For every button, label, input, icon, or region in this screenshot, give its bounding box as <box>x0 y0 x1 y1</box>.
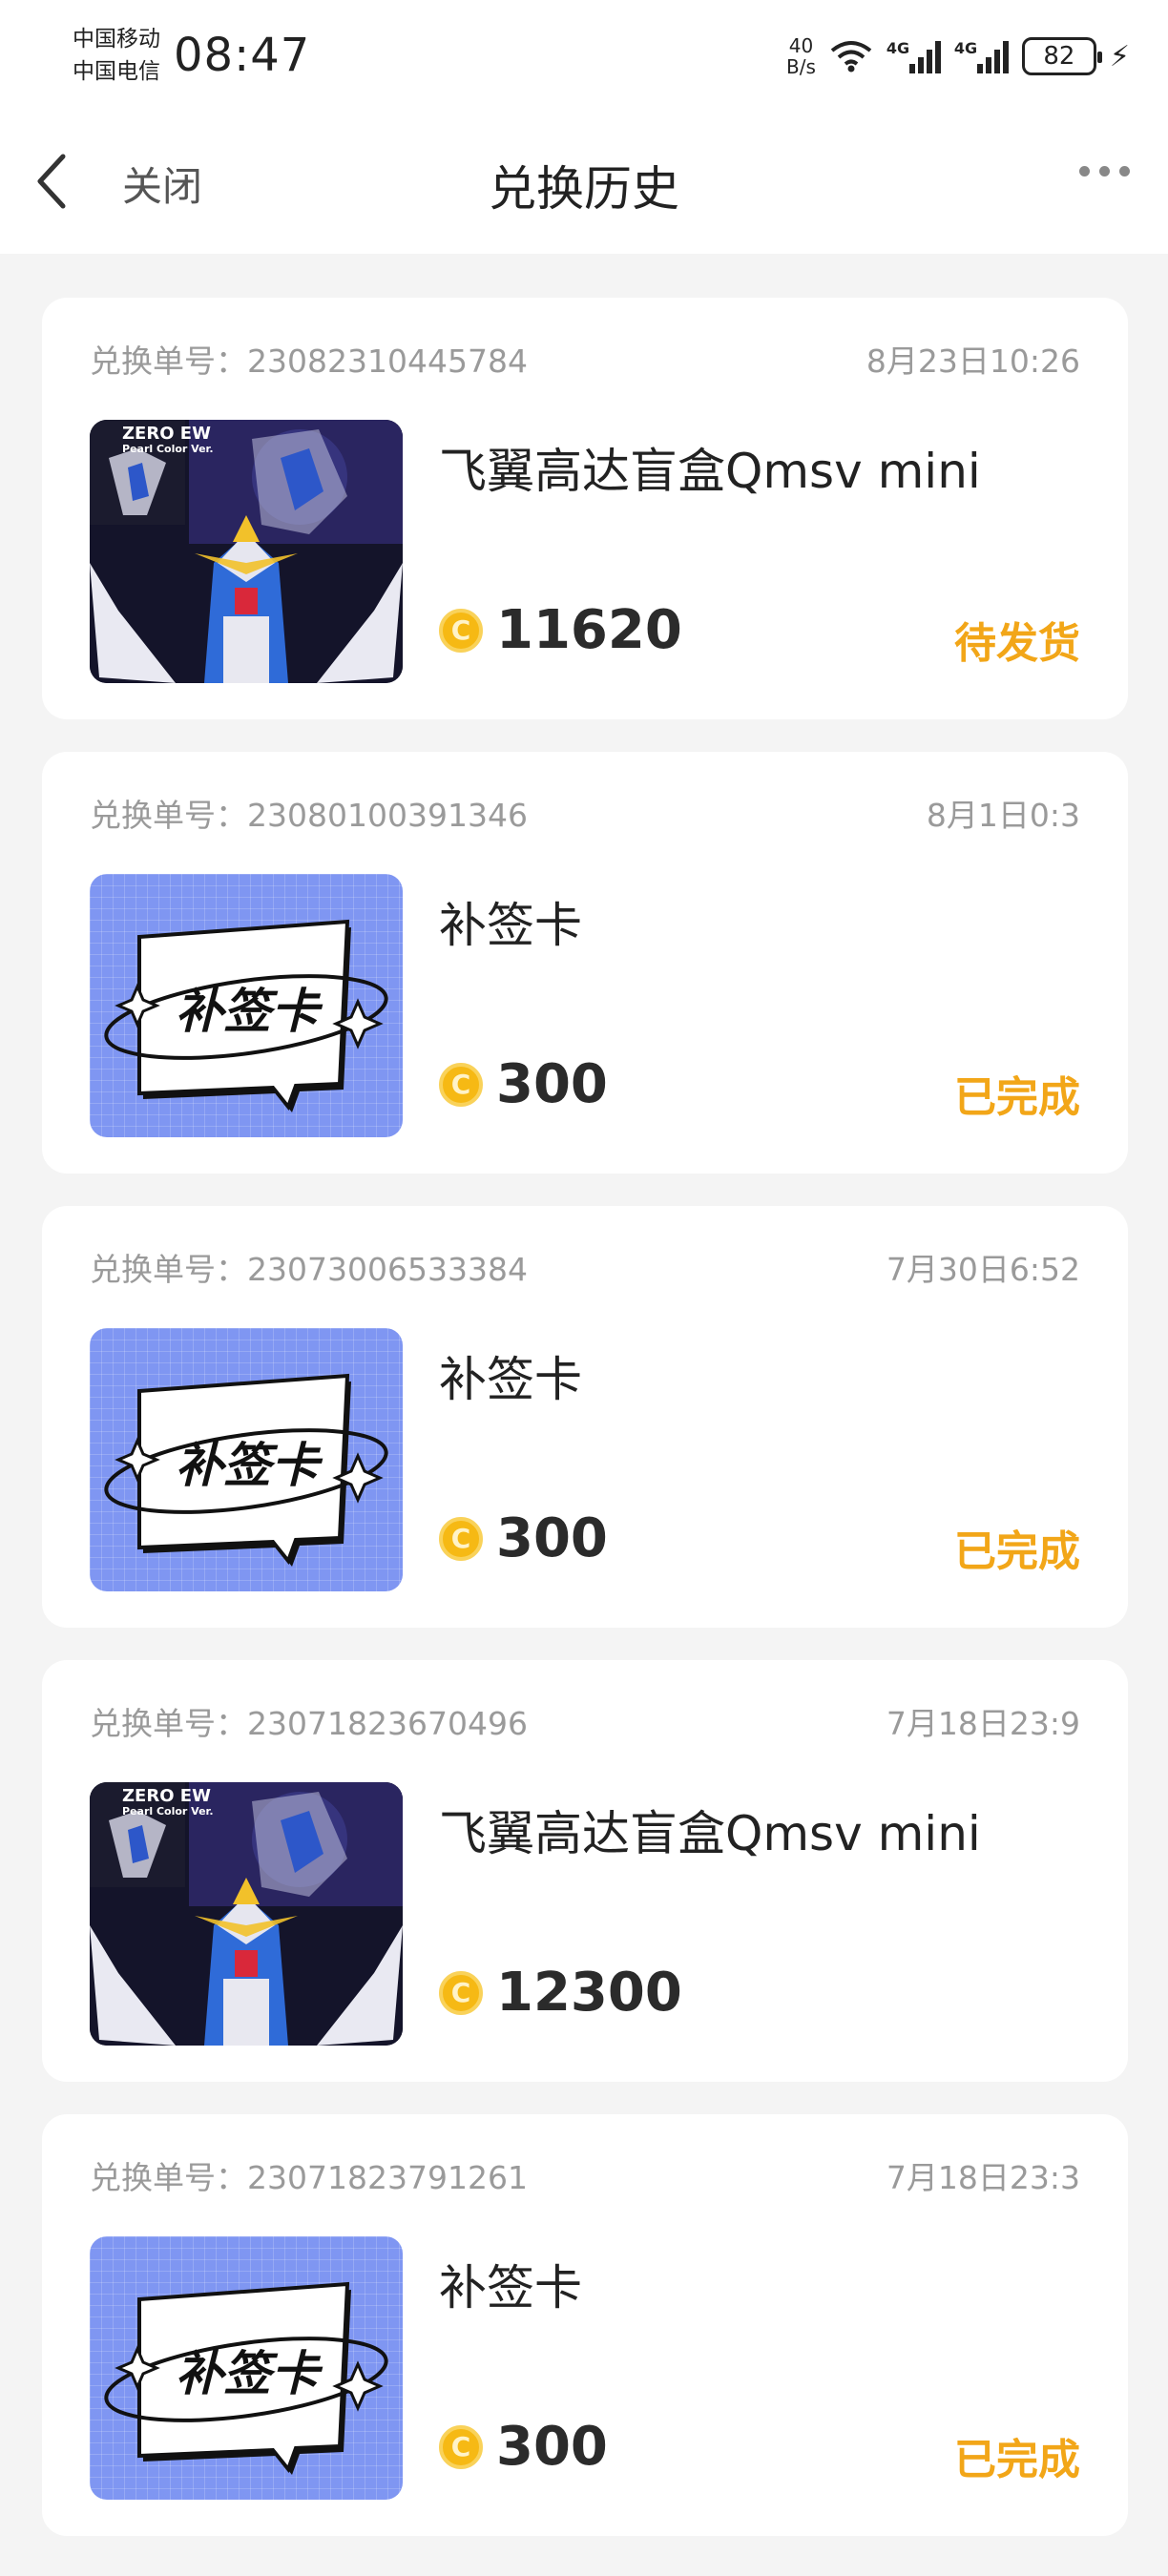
net-speed: 40 B/s <box>786 35 816 77</box>
product-thumbnail[interactable]: ZERO EW Pearl Color Ver. <box>90 1782 403 2046</box>
gundam-subcaption: Pearl Color Ver. <box>122 1805 214 1818</box>
carrier-info: 中国移动 中国电信 <box>73 23 160 88</box>
gundam-caption: ZERO EW <box>122 1786 211 1806</box>
product-title: 补签卡 <box>439 1352 582 1407</box>
order-status: 已完成 <box>954 1073 1080 1122</box>
gundam-image <box>90 420 403 683</box>
more-dot <box>1119 166 1130 177</box>
price: C 11620 <box>439 599 682 661</box>
coin-icon: C <box>439 608 483 653</box>
product-title: 飞翼高达盲盒Qmsv mini <box>439 444 981 499</box>
product-title: 补签卡 <box>439 2260 582 2316</box>
status-bar: 中国移动 中国电信 08:47 40 B/s 4G 4G 82 ⚡ <box>0 0 1168 114</box>
price: C 300 <box>439 2416 608 2478</box>
charging-icon: ⚡ <box>1109 39 1130 73</box>
order-card[interactable]: 兑换单号：23071823670496 7月18日23:9 ZERO EW Pea… <box>42 1660 1128 2082</box>
order-status: 已完成 <box>954 2436 1080 2484</box>
coin-icon: C <box>439 1970 483 2015</box>
price-amount: 300 <box>496 2416 608 2478</box>
page-title: 兑换历史 <box>489 161 679 217</box>
order-card[interactable]: 兑换单号：23071823791261 7月18日23:3 补签卡 补签卡 C … <box>42 2114 1128 2536</box>
carrier-1: 中国移动 <box>73 27 160 52</box>
wifi-icon <box>830 41 872 73</box>
order-card[interactable]: 兑换单号：23080100391346 8月1日0:3 补签卡 补签卡 C 30… <box>42 752 1128 1174</box>
exchange-history-list: 兑换单号：23082310445784 8月23日10:26 ZERO EW Pe… <box>42 298 1128 2568</box>
sign-card-image-text: 补签卡 <box>176 1438 319 1493</box>
gundam-subcaption: Pearl Color Ver. <box>122 443 214 455</box>
battery-level: 82 <box>1043 42 1075 71</box>
signal-icon-1: 4G <box>886 39 941 73</box>
price-amount: 300 <box>496 1053 608 1115</box>
order-card[interactable]: 兑换单号：23082310445784 8月23日10:26 ZERO EW Pe… <box>42 298 1128 719</box>
order-date: 8月23日10:26 <box>866 343 1080 380</box>
product-title: 飞翼高达盲盒Qmsv mini <box>439 1806 981 1861</box>
order-number: 兑换单号：23071823791261 <box>90 2159 528 2196</box>
order-card[interactable]: 兑换单号：23073006533384 7月30日6:52 补签卡 补签卡 C … <box>42 1206 1128 1628</box>
signal-1-tag: 4G <box>886 39 910 57</box>
order-date: 7月18日23:3 <box>886 2159 1080 2196</box>
order-date: 7月18日23:9 <box>886 1705 1080 1742</box>
sign-card-image-text: 补签卡 <box>176 984 319 1039</box>
order-number: 兑换单号：23071823670496 <box>90 1705 528 1742</box>
product-thumbnail[interactable]: 补签卡 <box>90 2236 403 2500</box>
order-date: 7月30日6:52 <box>886 1251 1080 1288</box>
price: C 12300 <box>439 1962 682 2024</box>
net-speed-unit: B/s <box>786 55 816 78</box>
coin-icon: C <box>439 1516 483 1561</box>
order-header: 兑换单号：23071823791261 7月18日23:3 <box>90 2152 1080 2198</box>
gundam-image <box>90 1782 403 2046</box>
order-number: 兑换单号：23073006533384 <box>90 1251 528 1288</box>
status-icons: 40 B/s 4G 4G 82 ⚡ <box>786 32 1130 80</box>
product-thumbnail[interactable]: ZERO EW Pearl Color Ver. <box>90 420 403 683</box>
product-thumbnail[interactable]: 补签卡 <box>90 1328 403 1591</box>
price-amount: 11620 <box>496 599 682 661</box>
battery-icon: 82 <box>1021 37 1102 75</box>
clock: 08:47 <box>174 29 311 82</box>
sign-card-image-text: 补签卡 <box>176 2346 319 2401</box>
order-header: 兑换单号：23080100391346 8月1日0:3 <box>90 790 1080 836</box>
order-header: 兑换单号：23071823670496 7月18日23:9 <box>90 1698 1080 1744</box>
product-thumbnail[interactable]: 补签卡 <box>90 874 403 1137</box>
price: C 300 <box>439 1053 608 1115</box>
signal-2-tag: 4G <box>953 39 978 57</box>
coin-icon: C <box>439 1062 483 1107</box>
order-number: 兑换单号：23080100391346 <box>90 797 528 834</box>
price: C 300 <box>439 1507 608 1569</box>
net-speed-value: 40 <box>788 34 814 57</box>
gundam-caption: ZERO EW <box>122 424 211 444</box>
more-button[interactable] <box>1079 166 1130 177</box>
order-status: 待发货 <box>954 619 1080 668</box>
order-header: 兑换单号：23082310445784 8月23日10:26 <box>90 336 1080 382</box>
order-number: 兑换单号：23082310445784 <box>90 343 528 380</box>
coin-icon: C <box>439 2424 483 2469</box>
price-amount: 300 <box>496 1507 608 1569</box>
price-amount: 12300 <box>496 1962 682 2024</box>
carrier-2: 中国电信 <box>73 59 160 84</box>
product-title: 补签卡 <box>439 898 582 953</box>
order-date: 8月1日0:3 <box>926 797 1080 834</box>
more-dot <box>1099 166 1110 177</box>
signal-icon-2: 4G <box>954 39 1009 73</box>
order-header: 兑换单号：23073006533384 7月30日6:52 <box>90 1244 1080 1290</box>
order-status: 已完成 <box>954 1527 1080 1576</box>
header: 关闭 兑换历史 <box>0 114 1168 254</box>
more-dot <box>1079 166 1090 177</box>
